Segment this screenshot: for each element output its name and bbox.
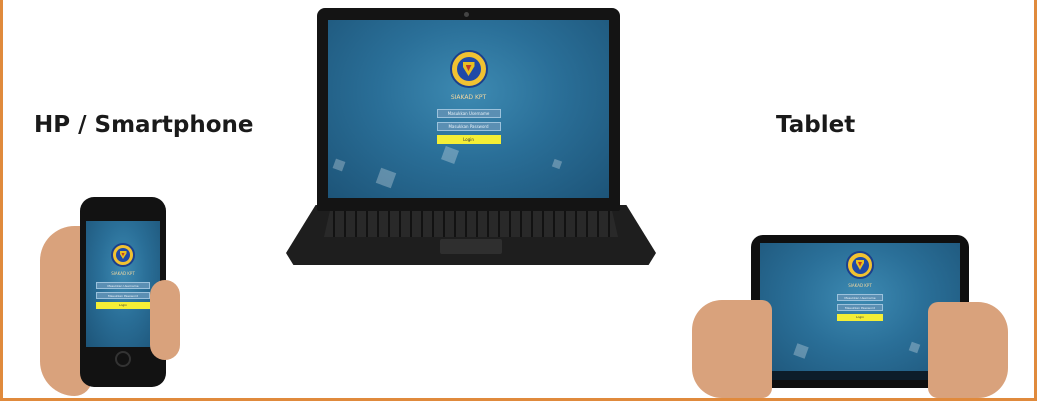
username-input[interactable]: Masukkan Username [96, 282, 150, 289]
decorative-diamond [551, 158, 563, 170]
home-button-icon[interactable] [115, 351, 131, 367]
decorative-diamond [375, 167, 397, 189]
webcam-icon [464, 12, 469, 17]
hand-right [928, 302, 1008, 398]
password-input[interactable]: Masukkan Password [837, 304, 883, 311]
decorative-diamond [908, 341, 921, 354]
username-input[interactable]: Masukkan Username [837, 294, 883, 301]
phone-screen: SIAKAD KPT Masukkan Username Masukkan Pa… [86, 221, 160, 347]
smartphone-label: HP / Smartphone [34, 112, 254, 138]
username-input[interactable]: Masukkan Username [436, 109, 501, 118]
login-button[interactable]: Login [96, 302, 150, 309]
decorative-diamond [441, 146, 459, 164]
hand-left [692, 300, 772, 398]
laptop-keyboard [324, 211, 618, 237]
app-title: SIAKAD KPT [450, 94, 487, 101]
laptop-keyboard-base [286, 205, 656, 265]
app-title: SIAKAD KPT [848, 283, 872, 288]
hand-fingers [150, 280, 180, 360]
laptop-login-form: SIAKAD KPT Masukkan Username Masukkan Pa… [328, 50, 609, 144]
laptop-screen: SIAKAD KPT Masukkan Username Masukkan Pa… [328, 20, 609, 198]
decorative-diamond [332, 158, 346, 172]
login-button[interactable]: Login [436, 135, 501, 144]
tablet-label: Tablet [776, 112, 856, 138]
university-logo-icon [846, 251, 874, 279]
phone-login-form: SIAKAD KPT Masukkan Username Masukkan Pa… [86, 243, 160, 309]
university-logo-icon [449, 50, 488, 88]
password-input[interactable]: Masukkan Password [436, 122, 501, 131]
password-input[interactable]: Masukkan Password [96, 292, 150, 299]
login-button[interactable]: Login [837, 314, 883, 321]
university-logo-icon [111, 243, 135, 267]
decorative-diamond [793, 343, 809, 359]
laptop-lid: SIAKAD KPT Masukkan Username Masukkan Pa… [317, 8, 620, 211]
app-title: SIAKAD KPT [111, 271, 135, 276]
laptop-touchpad [440, 239, 502, 254]
